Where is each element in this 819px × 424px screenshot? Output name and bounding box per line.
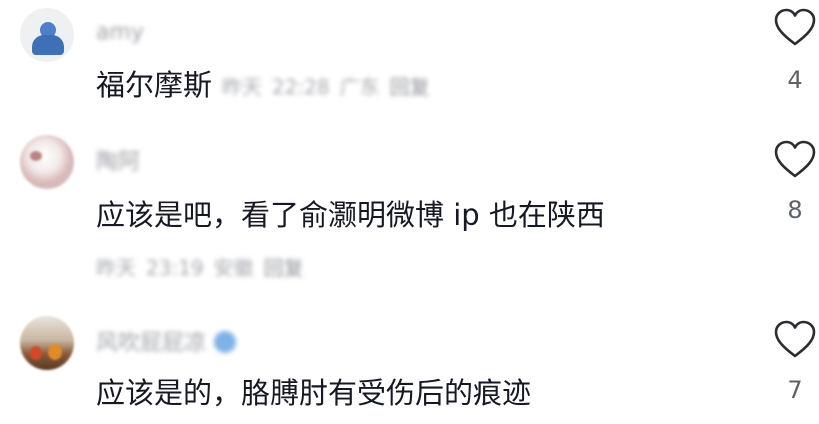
avatar[interactable] — [20, 8, 74, 62]
avatar-detail — [30, 151, 42, 161]
like-count: 8 — [787, 196, 803, 224]
comment-location: 安徽 — [213, 256, 254, 280]
comment-time: 23:19 — [146, 256, 204, 280]
comment-date: 昨天 — [96, 256, 136, 280]
avatar[interactable] — [20, 135, 74, 189]
avatar-detail — [48, 344, 62, 360]
verified-badge-icon — [214, 331, 237, 353]
username-text: 风吹屁屁凉 — [96, 331, 207, 356]
comment-text: 应该是的，胳膊肘有受伤后的痕迹 — [96, 376, 532, 410]
username[interactable]: amy — [96, 20, 144, 45]
like-count: 4 — [787, 66, 803, 94]
like-heart-icon[interactable] — [773, 8, 817, 48]
comment-meta: 昨天 23:19 安徽 回复 — [96, 252, 304, 281]
reply-button[interactable]: 回复 — [390, 75, 430, 99]
comment-text: 应该是吧，看了俞灏明微博 ip 也在陕西 — [96, 198, 605, 232]
avatar-detail — [30, 346, 42, 360]
comment-text: 福尔摩斯 昨天 22:28 广东 回复 — [96, 62, 430, 104]
comment-meta: 昨天 22:28 广东 回复 — [222, 71, 430, 100]
comment-location: 广东 — [339, 74, 380, 99]
username[interactable]: 风吹屁屁凉 — [96, 325, 237, 357]
like-heart-icon[interactable] — [773, 140, 817, 180]
avatar[interactable] — [20, 316, 74, 370]
comment-time: 22:28 — [272, 74, 330, 99]
like-heart-icon[interactable] — [773, 320, 817, 360]
comment-date: 昨天 — [222, 74, 263, 99]
username[interactable]: 陶阿 — [96, 144, 140, 176]
avatar-figure-body — [32, 35, 64, 55]
like-count: 7 — [787, 376, 803, 404]
reply-button[interactable]: 回复 — [264, 256, 304, 280]
comment-text-body: 福尔摩斯 — [96, 68, 213, 102]
